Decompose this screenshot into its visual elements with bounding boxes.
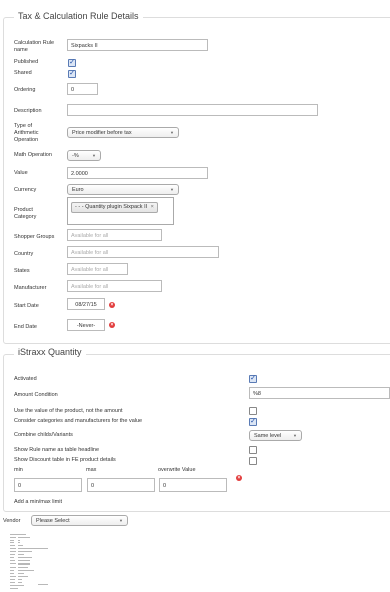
vendor-select[interactable]: Please Select ▼ xyxy=(31,515,128,526)
vendor-label: Vendor xyxy=(3,518,21,524)
product-category-tag-label: - - - Quantity plugin Sixpack II xyxy=(75,204,148,210)
amount-condition-label: Amount Condition xyxy=(14,392,58,398)
activated-label: Activated xyxy=(14,376,37,382)
use-value-checkbox[interactable] xyxy=(249,407,257,415)
country-input[interactable]: Available for all xyxy=(67,246,219,258)
remove-limit-icon[interactable]: × xyxy=(236,475,242,481)
clear-start-date-icon[interactable]: × xyxy=(109,302,115,308)
use-value-label: Use the value of the product, not the am… xyxy=(14,408,123,414)
value-input[interactable]: 2.0000 xyxy=(67,167,208,179)
manufacturer-label: Manufacturer xyxy=(14,285,47,291)
vendor-select-value: Please Select xyxy=(36,518,70,524)
shared-label: Shared xyxy=(14,70,32,76)
states-input[interactable]: Available for all xyxy=(67,263,128,275)
currency-select-value: Euro xyxy=(72,187,84,193)
description-label: Description xyxy=(14,108,42,114)
amount-condition-input[interactable]: %8 xyxy=(249,387,390,399)
clear-end-date-icon[interactable]: × xyxy=(109,322,115,328)
math-label: Math Operation xyxy=(14,152,52,158)
country-label: Country xyxy=(14,251,34,257)
rule-name-input[interactable]: Sixpacks II xyxy=(67,39,208,51)
product-category-multiselect[interactable]: - - - Quantity plugin Sixpack II × xyxy=(67,197,174,225)
show-discount-label: Show Discount table in FE product detail… xyxy=(14,457,116,463)
col-min-header: min xyxy=(14,467,23,473)
states-label: States xyxy=(14,268,30,274)
chevron-down-icon: ▼ xyxy=(293,433,297,438)
activated-checkbox[interactable]: ✓ xyxy=(249,375,257,383)
consider-checkbox[interactable]: ✓ xyxy=(249,418,257,426)
min-input[interactable]: 0 xyxy=(14,478,82,492)
math-select[interactable]: -% ▼ xyxy=(67,150,101,161)
max-input[interactable]: 0 xyxy=(87,478,155,492)
show-rule-label: Show Rule name as table headline xyxy=(14,447,100,453)
end-date-input[interactable]: -Never- xyxy=(67,319,105,331)
value-label: Value xyxy=(14,170,28,176)
remove-tag-icon[interactable]: × xyxy=(151,204,154,210)
published-checkbox[interactable]: ✓ xyxy=(68,59,76,67)
istraxx-quantity-legend: iStraxx Quantity xyxy=(14,347,86,357)
start-date-label: Start Date xyxy=(14,303,39,309)
description-input[interactable] xyxy=(67,104,318,116)
end-date-label: End Date xyxy=(14,324,37,330)
shopper-groups-label: Shopper Groups xyxy=(14,234,55,240)
chevron-down-icon: ▼ xyxy=(119,518,123,523)
combine-label: Combine childs/Variants xyxy=(14,432,73,438)
show-discount-checkbox[interactable] xyxy=(249,457,257,465)
page-thumbnail-image xyxy=(8,532,66,592)
product-category-tag: - - - Quantity plugin Sixpack II × xyxy=(71,202,158,213)
chevron-down-icon: ▼ xyxy=(170,187,174,192)
ordering-label: Ordering xyxy=(14,87,36,93)
published-label: Published xyxy=(14,59,39,65)
start-date-input[interactable]: 08/27/15 xyxy=(67,298,105,310)
combine-select[interactable]: Same level ▼ xyxy=(249,430,302,441)
shared-checkbox[interactable]: ✓ xyxy=(68,70,76,78)
col-max-header: max xyxy=(86,467,97,473)
product-category-label: Product Category xyxy=(14,207,37,220)
add-limit-link[interactable]: Add a min/max limit xyxy=(14,499,62,505)
combine-select-value: Same level xyxy=(254,433,282,439)
consider-label: Consider categories and manufacturers fo… xyxy=(14,418,143,424)
currency-select[interactable]: Euro ▼ xyxy=(67,184,179,195)
manufacturer-input[interactable]: Available for all xyxy=(67,280,162,292)
shopper-groups-input[interactable]: Available for all xyxy=(67,229,162,241)
chevron-down-icon: ▼ xyxy=(170,130,174,135)
overwrite-input[interactable]: 0 xyxy=(159,478,227,492)
tax-rule-legend: Tax & Calculation Rule Details xyxy=(14,11,143,21)
rule-name-label: Calculation Rule name xyxy=(14,40,55,53)
col-overwrite-header: overwrite Value xyxy=(158,467,196,473)
tax-rule-fieldset xyxy=(3,17,390,344)
type-select[interactable]: Price modifier before tax ▼ xyxy=(67,127,179,138)
type-label: Type of Arithmetic Operation xyxy=(14,123,39,143)
chevron-down-icon: ▼ xyxy=(92,153,96,158)
type-select-value: Price modifier before tax xyxy=(72,130,132,136)
currency-label: Currency xyxy=(14,187,37,193)
show-rule-checkbox[interactable] xyxy=(249,446,257,454)
ordering-input[interactable]: 0 xyxy=(67,83,98,95)
math-select-value: -% xyxy=(72,153,79,159)
